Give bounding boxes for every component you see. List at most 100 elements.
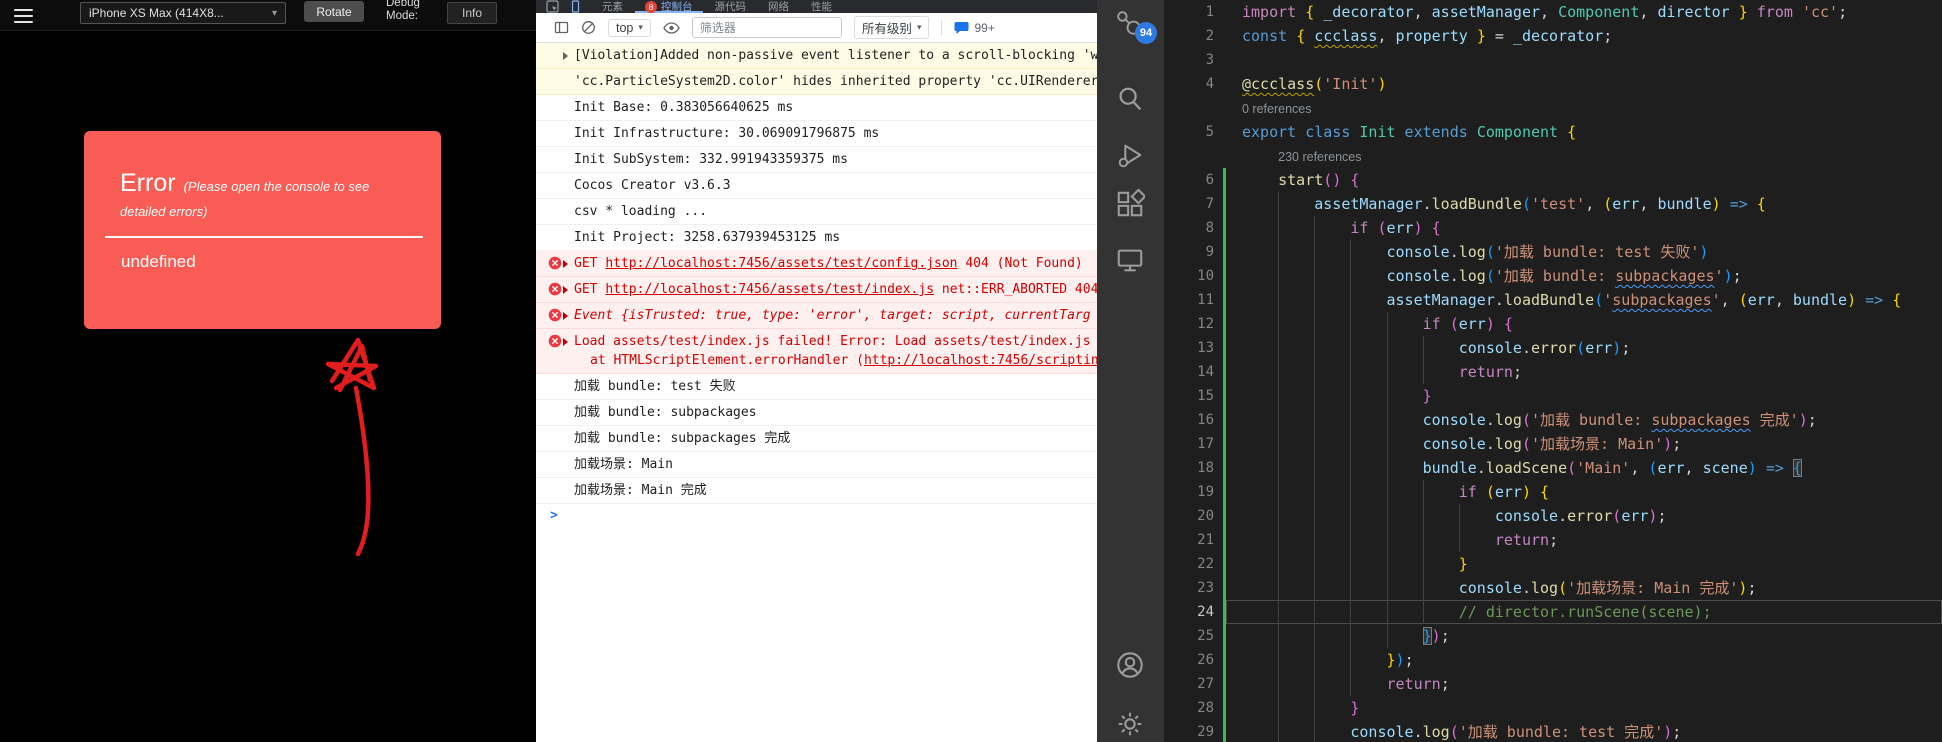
line-number[interactable]: 1 (1164, 0, 1214, 24)
device-selector[interactable]: iPhone XS Max (414X8... ▾ (80, 2, 286, 24)
console-row: [Violation]Added non-passive event liste… (536, 43, 1097, 69)
expand-triangle-icon[interactable] (563, 285, 568, 294)
editor-panel: 1 import { _decorator, assetManager, Comp… (1164, 0, 1942, 742)
indent-guide (1386, 456, 1388, 480)
line-number[interactable]: 11 (1164, 288, 1214, 312)
line-number[interactable]: 26 (1164, 648, 1214, 672)
inspect-icon[interactable] (546, 0, 559, 13)
console-message-text: [Violation]Added non-passive event liste… (574, 48, 1097, 63)
line-number[interactable]: 6 (1164, 168, 1214, 192)
line-number[interactable]: 15 (1164, 384, 1214, 408)
line-number[interactable]: 13 (1164, 336, 1214, 360)
indent-guide (1386, 360, 1388, 384)
code-line: 8 if (err) { (1164, 216, 1942, 240)
line-number[interactable]: 25 (1164, 624, 1214, 648)
expand-triangle-icon[interactable] (563, 337, 568, 346)
console-row: 加载 bundle: subpackages 完成 (536, 426, 1097, 452)
line-number[interactable]: 9 (1164, 240, 1214, 264)
line-number[interactable]: 22 (1164, 552, 1214, 576)
debug-mode-label: Debug Mode: (386, 0, 420, 22)
code-line: 3 (1164, 48, 1942, 72)
console-sidebar-icon[interactable] (554, 20, 569, 35)
console-message-text: Event {isTrusted: true, type: 'error', t… (574, 308, 1091, 323)
codelens-references[interactable]: 0 references (1242, 97, 1311, 120)
line-number[interactable]: 12 (1164, 312, 1214, 336)
line-number[interactable]: 24 (1164, 600, 1214, 624)
line-number[interactable]: 16 (1164, 408, 1214, 432)
devtools-tabs: 元素 8 控制台 源代码 网络 性能 (592, 0, 842, 13)
line-number[interactable]: 17 (1164, 432, 1214, 456)
expand-triangle-icon[interactable] (563, 311, 568, 320)
hierarchy-icon[interactable]: 94 (1113, 8, 1157, 44)
device-toolbar-icon[interactable] (569, 0, 582, 13)
menu-icon[interactable] (14, 5, 33, 27)
device-preview-panel: iPhone XS Max (414X8... ▾ Rotate Debug M… (0, 0, 536, 742)
code-line: 10 console.log('加载 bundle: subpackages')… (1164, 264, 1942, 288)
line-number[interactable]: 3 (1164, 48, 1214, 72)
codelens-references[interactable]: 230 references (1278, 145, 1361, 168)
devtools-panel: 元素 8 控制台 源代码 网络 性能 top ▾ 所有级别 ▾ (536, 0, 1097, 742)
javascript-context-selector[interactable]: top ▾ (608, 18, 651, 37)
line-number[interactable]: 21 (1164, 528, 1214, 552)
line-number[interactable]: 18 (1164, 456, 1214, 480)
line-number[interactable]: 4 (1164, 72, 1214, 96)
console-link[interactable]: http://localhost:7456/assets/test/config… (605, 256, 957, 271)
console-link[interactable]: http://localhost:7456/scripting/ (864, 353, 1097, 368)
line-number[interactable]: 8 (1164, 216, 1214, 240)
debug-mode-selector[interactable]: Info (447, 2, 497, 24)
account-icon[interactable] (1115, 650, 1145, 680)
expand-triangle-icon[interactable] (563, 259, 568, 268)
line-number[interactable]: 23 (1164, 576, 1214, 600)
rotate-button[interactable]: Rotate (304, 1, 364, 22)
search-icon[interactable] (1115, 84, 1145, 114)
line-number[interactable]: 10 (1164, 264, 1214, 288)
console-filter-input[interactable] (691, 17, 842, 38)
code-line-content: return; (1226, 360, 1942, 384)
line-number[interactable]: 20 (1164, 504, 1214, 528)
console-link[interactable]: http://localhost:7456/assets/test/index.… (605, 282, 934, 297)
console-prompt[interactable]: > (536, 504, 1097, 530)
indent-guide (1422, 600, 1424, 624)
indent-guide (1314, 504, 1316, 528)
code-line-content: @ccclass('Init') (1242, 75, 1387, 93)
devtools-tab[interactable]: 8 控制台 (635, 0, 703, 13)
expand-triangle-icon[interactable] (563, 51, 568, 60)
indent-guide (1458, 504, 1460, 528)
error-dialog: Error (Please open the console to see det… (84, 131, 441, 329)
devtools-tab[interactable]: 元素 (592, 0, 633, 13)
live-expression-eye-icon[interactable] (663, 21, 680, 34)
activity-badge: 94 (1135, 22, 1157, 44)
indent-guide (1350, 480, 1352, 504)
code-line: 15 } (1164, 384, 1942, 408)
line-number[interactable]: 5 (1164, 120, 1214, 144)
divider (941, 19, 943, 36)
log-levels-selector[interactable]: 所有级别 ▾ (853, 16, 930, 39)
line-number[interactable]: 7 (1164, 192, 1214, 216)
extensions-icon[interactable] (1115, 189, 1145, 219)
indent-guide (1278, 264, 1280, 288)
indent-guide (1278, 312, 1280, 336)
line-number[interactable]: 29 (1164, 720, 1214, 742)
indent-guide (1386, 552, 1388, 576)
code-line-content: } (1226, 552, 1942, 576)
code-line: 17 console.log('加载场景: Main'); (1164, 432, 1942, 456)
line-number[interactable]: 28 (1164, 696, 1214, 720)
code-line-content: // director.runScene(scene); (1226, 600, 1942, 624)
line-number[interactable]: 19 (1164, 480, 1214, 504)
devtools-tab[interactable]: 性能 (801, 0, 842, 13)
devtools-tab[interactable]: 网络 (758, 0, 799, 13)
remote-explorer-icon[interactable] (1115, 245, 1145, 275)
code-line-content: console.log('加载场景: Main'); (1226, 432, 1942, 456)
devtools-tab[interactable]: 源代码 (705, 0, 757, 13)
line-number[interactable]: 2 (1164, 24, 1214, 48)
messages-bubble-icon[interactable] (954, 21, 969, 35)
line-number[interactable]: 14 (1164, 360, 1214, 384)
indent-guide (1422, 528, 1424, 552)
indent-guide (1314, 600, 1316, 624)
indent-guide (1386, 432, 1388, 456)
settings-gear-icon[interactable] (1115, 709, 1145, 739)
run-debug-icon[interactable] (1115, 140, 1145, 170)
indent-guide (1278, 240, 1280, 264)
line-number[interactable]: 27 (1164, 672, 1214, 696)
clear-console-icon[interactable] (581, 20, 596, 35)
